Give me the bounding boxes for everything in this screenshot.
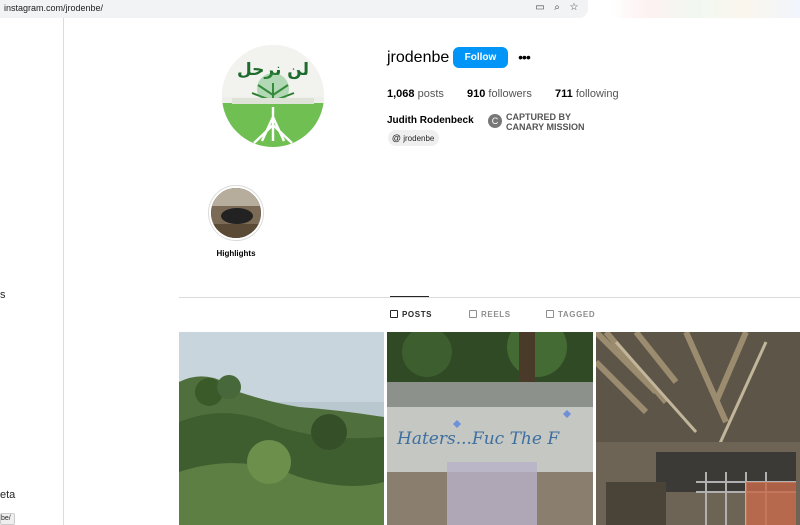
threads-link[interactable]: @ jrodenbe (388, 130, 440, 146)
address-bar[interactable]: instagram.com/jrodenbe/ ▭ ⌕ ☆ (0, 0, 588, 18)
post-thumbnail-3[interactable] (596, 332, 800, 525)
sidebar-url-pill: be/ (0, 513, 15, 525)
captured-line-2: CANARY MISSION (506, 122, 585, 132)
following-count[interactable]: 711 (555, 88, 573, 100)
highlight-cover-image (211, 188, 261, 238)
tab-posts[interactable]: POSTS (390, 310, 432, 319)
highlight-label[interactable]: Highlights (210, 249, 262, 258)
reels-icon (469, 310, 477, 318)
url-text[interactable]: instagram.com/jrodenbe/ (4, 3, 103, 13)
captured-line-1: CAPTURED BY (506, 112, 572, 122)
sidebar-item-partial[interactable]: s (0, 289, 6, 301)
tab-posts-label[interactable]: POSTS (402, 310, 432, 319)
followers-count[interactable]: 910 (467, 88, 485, 100)
zoom-icon[interactable]: ⌕ (551, 2, 563, 14)
post-thumbnail-1[interactable] (179, 332, 384, 525)
canary-extension-icon: C (488, 114, 502, 128)
threads-handle[interactable]: jrodenbe (403, 134, 434, 143)
threads-icon: @ (392, 133, 401, 143)
posts-label: posts (417, 88, 444, 100)
followers-label[interactable]: followers (488, 88, 531, 100)
profile-username: jrodenbe (387, 49, 450, 66)
tagged-icon (546, 310, 554, 318)
tabs-divider (179, 297, 800, 298)
profile-avatar[interactable]: لن نرحل (222, 45, 324, 147)
follow-button[interactable]: Follow (453, 47, 508, 68)
grid-icon (390, 310, 398, 318)
more-options-icon[interactable]: ••• (515, 48, 533, 66)
captured-badge[interactable]: CAPTURED BY CANARY MISSION (506, 112, 596, 132)
install-app-icon[interactable]: ▭ (534, 2, 546, 14)
posts-count: 1,068 (387, 88, 415, 100)
tab-reels-label[interactable]: REELS (481, 310, 511, 319)
left-sidebar (0, 18, 64, 525)
tab-tagged-label[interactable]: TAGGED (558, 310, 595, 319)
tab-tagged[interactable]: TAGGED (546, 310, 595, 319)
extensions-strip (610, 0, 800, 18)
stat-posts: 1,068 posts (387, 88, 444, 100)
tab-reels[interactable]: REELS (469, 310, 511, 319)
stat-followers[interactable]: 910 followers (467, 88, 532, 100)
graffiti-text: Haters...Fuc The F (396, 429, 560, 449)
stat-following[interactable]: 711 following (555, 88, 619, 100)
following-label[interactable]: following (576, 88, 619, 100)
active-tab-indicator (390, 296, 429, 297)
post-thumbnail-2[interactable]: Haters...Fuc The F (387, 332, 593, 525)
profile-full-name: Judith Rodenbeck (387, 115, 474, 126)
highlight-item[interactable] (208, 185, 264, 241)
sidebar-item-meta-partial[interactable]: eta (0, 489, 15, 501)
bookmark-star-icon[interactable]: ☆ (568, 2, 580, 14)
